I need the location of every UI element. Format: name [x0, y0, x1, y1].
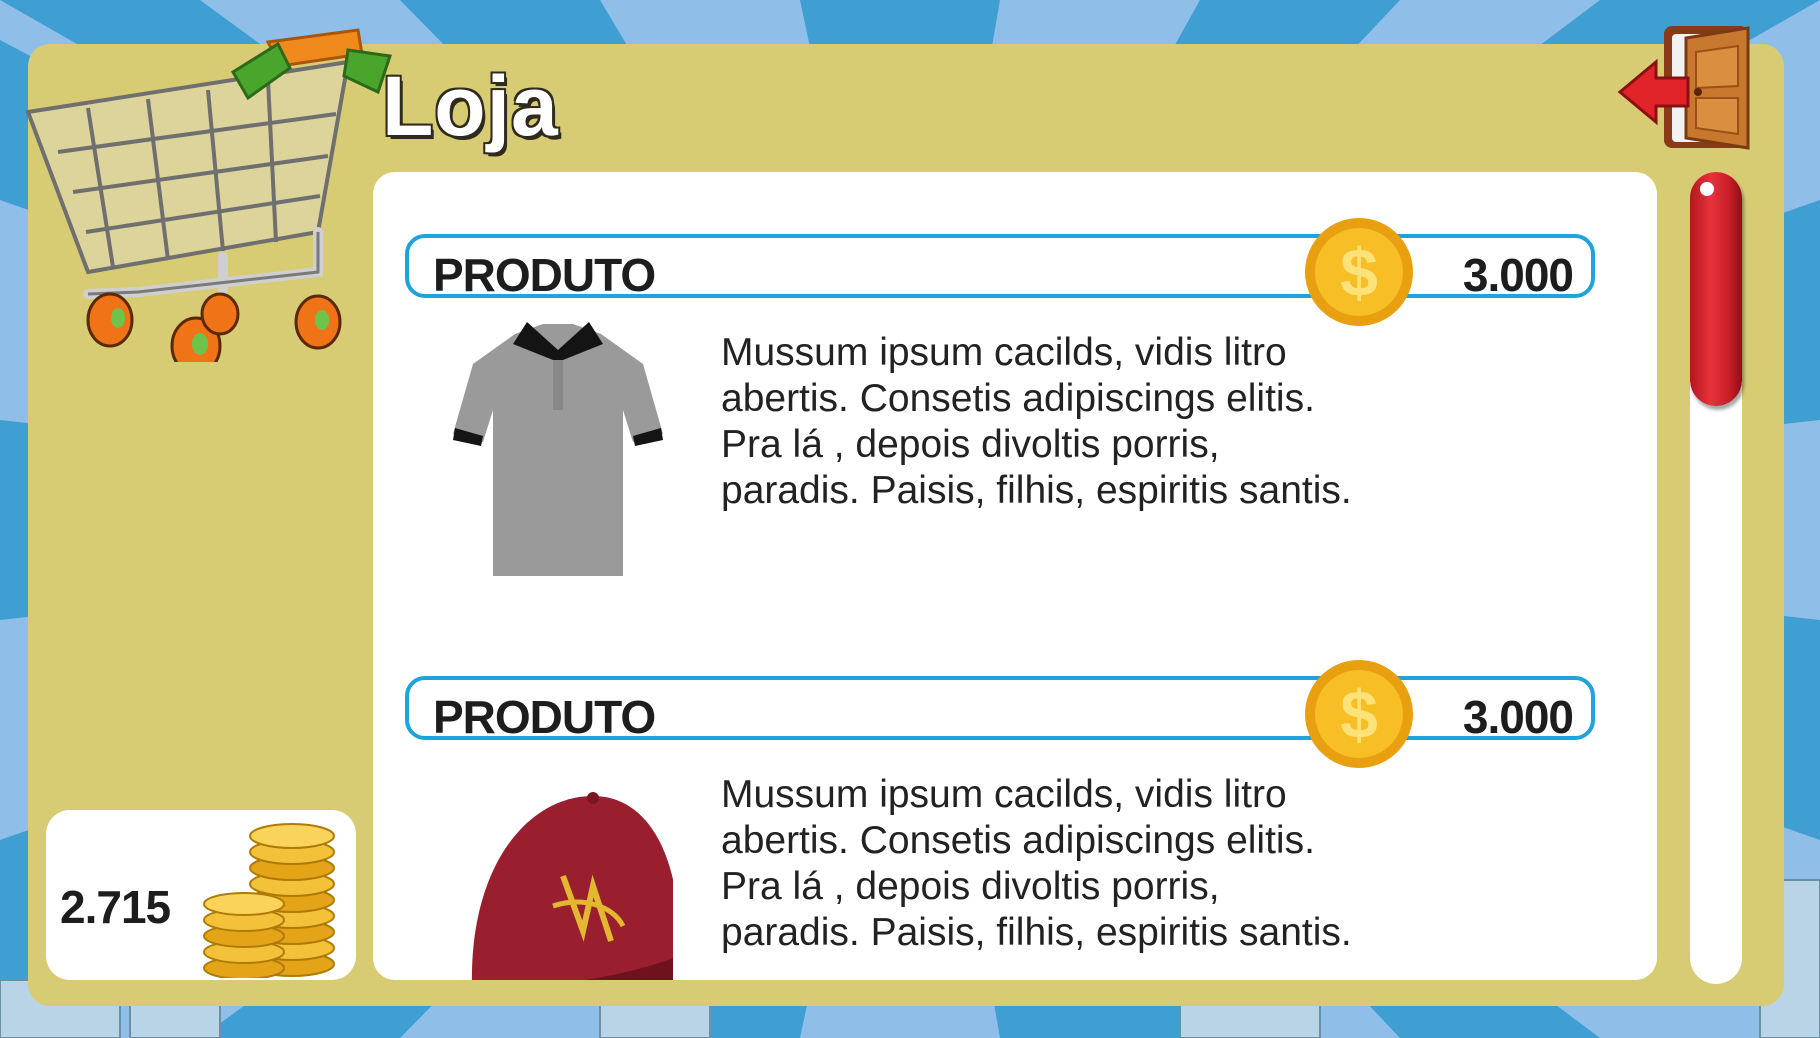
polo-shirt-icon	[453, 322, 663, 576]
product-name: PRODUTO	[433, 691, 656, 743]
product-description: Mussum ipsum cacilds, vidis litro aberti…	[721, 331, 1352, 512]
product-price: 3.000	[1462, 691, 1574, 743]
exit-door-icon[interactable]	[1616, 20, 1756, 156]
product-header: PRODUTO $ 3.000	[405, 218, 1595, 326]
wallet-balance: 2.715	[46, 810, 356, 980]
svg-text:$: $	[1340, 235, 1378, 311]
coin-stack-icon	[203, 823, 335, 978]
scrollbar-thumb[interactable]	[1690, 172, 1742, 406]
baseball-cap-icon	[472, 792, 673, 980]
product-description: Mussum ipsum cacilds, vidis litro aberti…	[721, 773, 1352, 954]
scrollbar[interactable]	[1690, 172, 1742, 984]
coin-icon: $	[1305, 660, 1413, 768]
page-title: Loja	[382, 59, 559, 153]
product-price: 3.000	[1462, 249, 1574, 301]
product-item[interactable]: PRODUTO $ 3.000 Mussum ipsum cacilds, vi…	[373, 172, 1657, 612]
shopping-cart-icon	[25, 28, 392, 362]
scrollbar-shine	[1700, 182, 1714, 196]
product-name: PRODUTO	[433, 249, 656, 301]
svg-text:$: $	[1340, 677, 1378, 753]
product-header: PRODUTO $ 3.000	[405, 660, 1595, 768]
wallet-amount: 2.715	[60, 881, 171, 933]
coin-icon: $	[1305, 218, 1413, 326]
product-item[interactable]: PRODUTO $ 3.000 Mussum ipsum cacilds, vi…	[373, 614, 1657, 980]
product-list[interactable]: PRODUTO $ 3.000 Mussum ipsum cacilds, vi…	[373, 172, 1657, 980]
